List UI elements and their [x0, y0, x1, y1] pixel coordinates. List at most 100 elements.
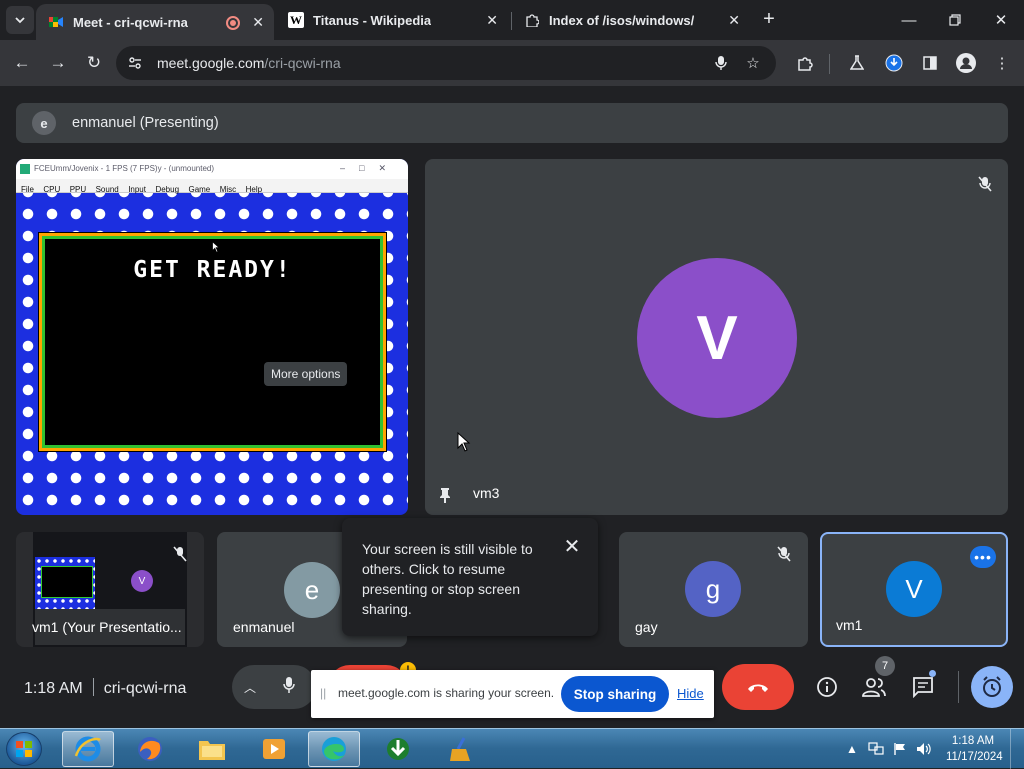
- microphone-icon[interactable]: [712, 54, 730, 72]
- forward-button[interactable]: →: [45, 50, 71, 76]
- tab-title: Meet - cri-qcwi-rna: [73, 14, 188, 30]
- shared-screen-tile[interactable]: FCEUmm/Jovenix - 1 FPS (7 FPS)y - (unmou…: [16, 159, 408, 515]
- site-info-icon[interactable]: [126, 54, 144, 72]
- restore-icon: [949, 14, 961, 26]
- recording-icon: [226, 16, 240, 30]
- taskbar-media-player[interactable]: [248, 731, 300, 767]
- emulator-menu-item: Help: [245, 185, 263, 194]
- close-icon[interactable]: ✕: [562, 536, 582, 558]
- microphone-control[interactable]: ︿: [232, 665, 316, 709]
- emulator-menu-item: Game: [188, 185, 211, 194]
- game-text: GET READY!: [133, 257, 292, 283]
- participant-avatar: g: [685, 561, 741, 617]
- taskbar-internet-explorer[interactable]: [62, 731, 114, 767]
- meeting-time: 1:18 AM: [24, 680, 83, 697]
- emulator-window-controls: –□✕: [340, 163, 400, 173]
- emulator-menu-item: File: [21, 185, 34, 194]
- extension-download-icon[interactable]: [883, 52, 905, 74]
- show-desktop-button[interactable]: [1010, 729, 1024, 769]
- system-tray: ▲: [842, 729, 952, 769]
- presenter-avatar: e: [32, 111, 56, 135]
- mic-off-icon: [172, 546, 188, 562]
- tab-search-button[interactable]: [6, 6, 34, 34]
- taskbar-edge[interactable]: [308, 731, 360, 767]
- popup-message: Your screen is still visible to others. …: [362, 541, 533, 617]
- taskbar-ccleaner[interactable]: [434, 731, 486, 767]
- star-icon[interactable]: ☆: [744, 54, 762, 72]
- screen-sharing-banner: || meet.google.com is sharing your scree…: [311, 670, 714, 718]
- media-player-icon: [263, 739, 285, 759]
- chat-button[interactable]: [911, 675, 935, 699]
- meeting-details-button[interactable]: [815, 675, 839, 699]
- people-button[interactable]: [862, 675, 886, 699]
- participant-name: gay: [635, 619, 658, 635]
- presenting-label: enmanuel (Presenting): [72, 115, 219, 131]
- reload-button[interactable]: ↻: [81, 50, 107, 76]
- start-button[interactable]: [6, 732, 42, 766]
- side-panel-icon[interactable]: [919, 52, 941, 74]
- taskbar-firefox[interactable]: [124, 731, 176, 767]
- tab-meet[interactable]: Meet - cri-qcwi-rna ✕: [36, 4, 274, 40]
- network-icon[interactable]: [868, 741, 884, 757]
- participant-avatar: e: [284, 562, 340, 618]
- volume-icon[interactable]: [916, 741, 932, 757]
- participant-name: vm1 (Your Presentatio...: [32, 619, 182, 635]
- emulator-menu-item: CPU: [43, 185, 61, 194]
- drag-handle-icon[interactable]: ||: [320, 686, 326, 700]
- presenting-bar[interactable]: e enmanuel (Presenting): [16, 103, 1008, 143]
- participant-tile-self[interactable]: V vm1 (Your Presentatio...: [16, 532, 204, 647]
- new-tab-button[interactable]: +: [758, 8, 780, 30]
- arrow-right-icon: →: [49, 53, 67, 72]
- close-tab-icon[interactable]: ✕: [486, 12, 498, 29]
- participant-tile-vm3[interactable]: V vm3: [425, 159, 1008, 515]
- pin-icon[interactable]: [437, 487, 453, 503]
- stop-sharing-button[interactable]: Stop sharing: [561, 676, 669, 712]
- alarm-clock-icon: [983, 676, 1001, 697]
- back-button[interactable]: ←: [9, 50, 35, 76]
- wikipedia-icon: W: [288, 12, 304, 28]
- activities-button[interactable]: [971, 666, 1013, 708]
- emulator-menu-item: Input: [128, 185, 146, 194]
- menu-kebab-icon[interactable]: ⋮: [991, 52, 1013, 74]
- participant-tile-gay[interactable]: g gay: [619, 532, 808, 647]
- participant-tile-vm1[interactable]: ••• V vm1: [820, 532, 1008, 647]
- url-path: /cri-qcwi-rna: [264, 55, 341, 71]
- extensions-icon[interactable]: [794, 52, 816, 74]
- emulator-menu-item: Sound: [95, 185, 119, 194]
- action-center-flag-icon[interactable]: [892, 741, 908, 757]
- preview-avatar: V: [131, 570, 153, 592]
- ccleaner-icon: [450, 737, 470, 761]
- phone-hangup-icon: [748, 684, 768, 692]
- close-tab-icon[interactable]: ✕: [252, 14, 264, 31]
- info-icon: [817, 677, 837, 697]
- taskbar-download-manager[interactable]: [372, 731, 424, 767]
- restore-button[interactable]: [941, 6, 969, 34]
- tab-title: Titanus - Wikipedia: [313, 12, 432, 28]
- emulator-window-title: FCEUmm/Jovenix - 1 FPS (7 FPS)y - (unmou…: [34, 164, 215, 173]
- tab-index[interactable]: Index of /isos/windows/ ✕: [512, 0, 750, 40]
- close-window-button[interactable]: ✕: [987, 6, 1015, 34]
- profile-avatar-icon[interactable]: [955, 52, 977, 74]
- chat-notification-dot: [929, 670, 936, 677]
- participant-avatar: V: [886, 561, 942, 617]
- leave-call-button[interactable]: [722, 664, 794, 710]
- screen-visible-popup[interactable]: Your screen is still visible to others. …: [342, 518, 598, 636]
- taskbar-file-explorer[interactable]: [186, 731, 238, 767]
- flask-icon[interactable]: [846, 52, 868, 74]
- address-bar[interactable]: meet.google.com/cri-qcwi-rna ☆: [116, 46, 776, 80]
- close-tab-icon[interactable]: ✕: [728, 12, 740, 29]
- reload-icon: ↻: [86, 53, 102, 72]
- participant-name: vm1: [836, 617, 863, 633]
- clock-date: 11/17/2024: [946, 751, 1003, 763]
- taskbar-clock[interactable]: 1:18 AM 11/17/2024: [946, 733, 1003, 765]
- preview-game: [35, 557, 95, 609]
- chat-icon: [913, 677, 933, 698]
- hide-banner-link[interactable]: Hide: [677, 686, 704, 701]
- minimize-button[interactable]: —: [895, 6, 923, 34]
- show-hidden-icons-icon[interactable]: ▲: [844, 741, 860, 757]
- tab-wikipedia[interactable]: W Titanus - Wikipedia ✕: [276, 0, 508, 40]
- more-options-button[interactable]: •••: [970, 546, 996, 568]
- emulator-app-icon: [20, 164, 30, 174]
- people-count-badge: 7: [875, 656, 895, 676]
- internet-explorer-icon: [74, 736, 101, 762]
